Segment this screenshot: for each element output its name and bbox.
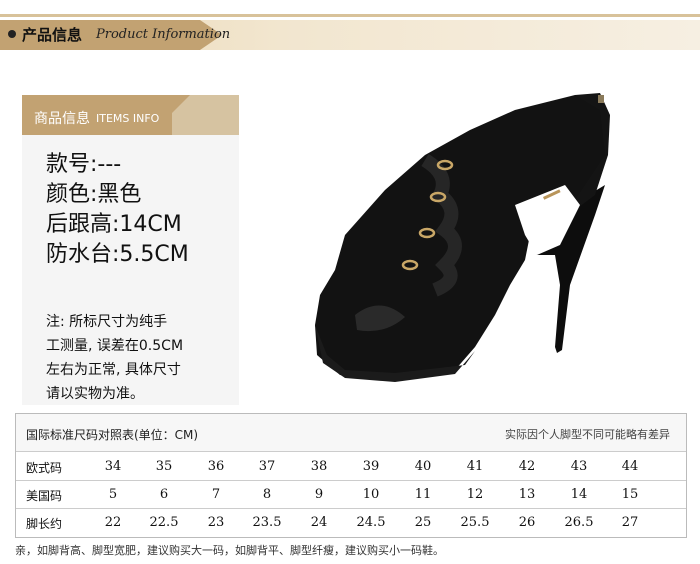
size-cell: 27 [621, 515, 639, 530]
high-heel-shoe-icon [315, 93, 610, 382]
size-cell: 25.5 [460, 515, 490, 530]
spec-heel-height: 后跟高:14CM [46, 212, 182, 237]
size-cell: 15 [621, 487, 639, 502]
size-cell: 23.5 [252, 515, 282, 530]
size-cell: 9 [314, 487, 324, 502]
size-chart-disclaimer: 实际因个人脚型不同可能略有差异 [505, 428, 670, 441]
table-row: 欧式码 34 35 36 37 38 39 40 41 42 43 44 [16, 453, 686, 481]
row-label-eu: 欧式码 [26, 461, 63, 475]
size-cell: 26.5 [564, 515, 594, 530]
product-image [275, 85, 625, 385]
spec-color: 颜色:黑色 [46, 182, 142, 207]
table-row: 美国码 5 6 7 8 9 10 11 12 13 14 15 [16, 481, 686, 509]
size-cell: 24 [310, 515, 328, 530]
bullet-icon [8, 30, 16, 38]
size-cell: 37 [258, 459, 276, 474]
size-cell: 23 [207, 515, 225, 530]
size-cell: 26 [518, 515, 536, 530]
size-cell: 8 [262, 487, 272, 502]
size-cell: 38 [310, 459, 328, 474]
note-line: 请以实物为准。 [46, 386, 144, 402]
note-line: 左右为正常, 具体尺寸 [46, 362, 181, 378]
table-row: 脚长约 22 22.5 23 23.5 24 24.5 25 25.5 26 2… [16, 509, 686, 537]
size-cell: 34 [104, 459, 122, 474]
size-cell: 7 [211, 487, 221, 502]
size-cell: 36 [207, 459, 225, 474]
header-title-cn: 产品信息 [22, 26, 83, 44]
size-cell: 25 [414, 515, 432, 530]
size-chart-title: 国际标准尺码对照表(单位：CM) [26, 428, 199, 442]
size-cell: 5 [108, 487, 118, 502]
size-cell: 22.5 [149, 515, 179, 530]
size-advice-footnote: 亲，如脚背高、脚型宽肥，建议购买大一码，如脚背平、脚型纤瘦，建议购买小一码鞋。 [15, 544, 444, 557]
note-line: 注: 所标尺寸为纯手 [46, 314, 168, 330]
size-chart-header: 国际标准尺码对照表(单位：CM) 实际因个人脚型不同可能略有差异 [16, 414, 686, 452]
size-cell: 6 [159, 487, 169, 502]
row-label-foot-length: 脚长约 [26, 517, 63, 531]
size-cell: 12 [466, 487, 484, 502]
size-cell: 35 [155, 459, 173, 474]
size-cell: 43 [570, 459, 588, 474]
size-cell: 11 [414, 487, 432, 502]
size-cell: 14 [570, 487, 588, 502]
note-line: 工测量, 误差在0.5CM [46, 338, 184, 354]
size-cell: 40 [414, 459, 432, 474]
row-label-us: 美国码 [26, 489, 63, 503]
spec-platform: 防水台:5.5CM [46, 242, 189, 267]
size-cell: 39 [362, 459, 380, 474]
size-cell: 44 [621, 459, 639, 474]
size-cell: 42 [518, 459, 536, 474]
spec-model: 款号:--- [46, 152, 122, 177]
size-cell: 22 [104, 515, 122, 530]
info-tab-title-cn: 商品信息 [34, 111, 90, 127]
header-title-en: Product Information [96, 27, 231, 42]
size-cell: 13 [518, 487, 536, 502]
size-cell: 41 [466, 459, 484, 474]
info-tab-title-en: ITEMS INFO [96, 112, 160, 125]
top-divider [0, 14, 700, 17]
size-chart: 国际标准尺码对照表(单位：CM) 实际因个人脚型不同可能略有差异 欧式码 34 … [15, 413, 687, 538]
size-cell: 10 [362, 487, 380, 502]
size-cell: 24.5 [356, 515, 386, 530]
